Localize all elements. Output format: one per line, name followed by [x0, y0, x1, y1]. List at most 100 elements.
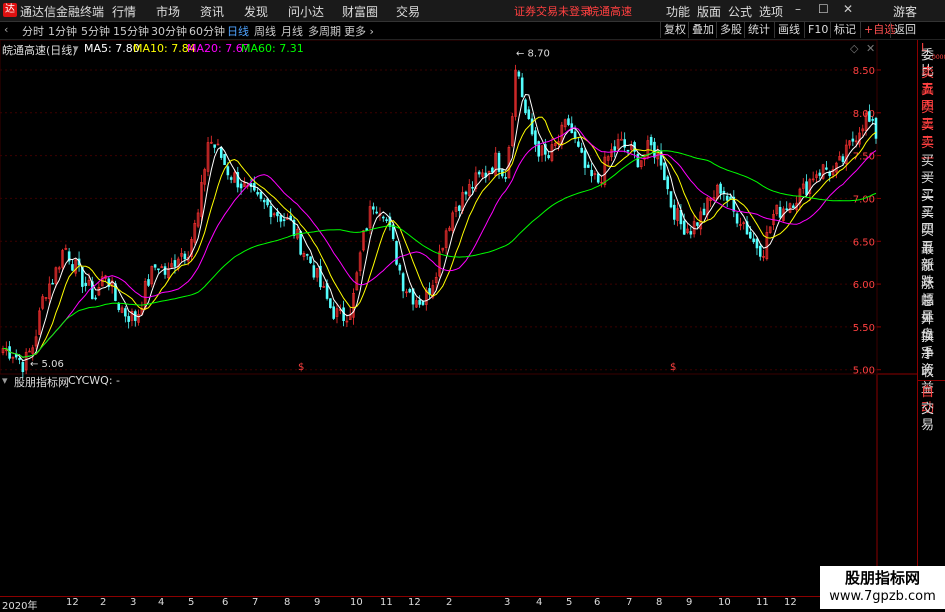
date-label: 10: [718, 597, 731, 608]
candle-body: [871, 119, 874, 121]
menu-caifuquan[interactable]: 财富圈: [342, 3, 378, 20]
date-label: 6: [594, 597, 601, 608]
candle-body: [504, 177, 507, 179]
panel-trade-label[interactable]: 交易: [921, 402, 945, 434]
candle-body: [51, 282, 54, 285]
candle-body: [587, 164, 590, 168]
date-label: 8: [656, 597, 663, 608]
price-tick-label: 6.00: [853, 280, 875, 291]
indicator-settings-icon[interactable]: ▾: [2, 374, 8, 387]
candle-body: [517, 71, 521, 77]
candle-body: [385, 219, 388, 221]
menu-zixun[interactable]: 资讯: [200, 3, 224, 20]
candle-body: [408, 288, 412, 293]
candle-body: [279, 215, 283, 222]
candle-body: [689, 231, 693, 235]
date-label: 12: [408, 597, 421, 608]
tab-15min[interactable]: 15分钟: [113, 23, 149, 39]
candle-body: [418, 299, 421, 305]
candle-body: [620, 138, 623, 141]
date-label: 9: [314, 597, 321, 608]
menu-gongneng[interactable]: 功能: [666, 3, 690, 20]
date-label: 9: [686, 597, 693, 608]
huaxian-button[interactable]: 画线: [774, 22, 803, 38]
app-logo-icon: 达: [3, 3, 17, 17]
candle-body: [577, 141, 580, 147]
menu-xuanxiang[interactable]: 选项: [759, 3, 783, 20]
date-label: 12: [784, 597, 797, 608]
ma20-line: [3, 127, 877, 358]
candle-body: [530, 118, 534, 135]
candle-body: [381, 216, 385, 219]
tab-more[interactable]: 更多 ›: [344, 23, 374, 39]
watermark-line1: 股朋指标网: [844, 569, 920, 587]
tab-30min[interactable]: 30分钟: [151, 23, 187, 39]
toolbar-collapse-icon[interactable]: ‹: [4, 23, 8, 36]
candle-body: [702, 208, 706, 216]
menu-jiaoyi[interactable]: 交易: [396, 3, 420, 20]
f10-button[interactable]: F10: [804, 22, 831, 38]
candle-body: [868, 111, 871, 122]
tab-5min[interactable]: 5分钟: [81, 23, 110, 39]
candle-body: [696, 222, 699, 226]
date-label: 11: [756, 597, 769, 608]
tab-weekly[interactable]: 周线: [254, 23, 276, 39]
candle-body: [226, 166, 230, 176]
candle-body: [755, 238, 759, 249]
tab-fenshi[interactable]: 分时: [22, 23, 44, 39]
candle-body: [682, 220, 686, 235]
login-notice[interactable]: 证券交易未登录: [514, 3, 591, 19]
kline-chart[interactable]: 8.508.007.507.006.506.005.505.00 ← 8.70←…: [0, 40, 917, 596]
tab-60min[interactable]: 60分钟: [189, 23, 225, 39]
candle-body: [309, 256, 312, 264]
candle-body: [153, 264, 157, 268]
duogu-button[interactable]: 多股: [716, 22, 745, 38]
menu-gongshi[interactable]: 公式: [728, 3, 752, 20]
date-label: 8: [284, 597, 291, 608]
tab-multi-period[interactable]: 多周期: [308, 23, 341, 39]
menu-wenxiaoda[interactable]: 问小达: [288, 3, 324, 20]
tab-monthly[interactable]: 月线: [281, 23, 303, 39]
price-tick-label: 8.50: [853, 66, 875, 77]
candle-body: [778, 206, 782, 218]
biaoji-button[interactable]: 标记: [830, 22, 859, 38]
candle-body: [663, 162, 666, 181]
candle-body: [421, 301, 425, 305]
candle-body: [752, 238, 755, 243]
menu-hangqing[interactable]: 行情: [112, 3, 136, 20]
tab-daily[interactable]: 日线: [227, 23, 249, 39]
candle-body: [520, 77, 524, 97]
watermark-line2: www.7gpzb.com: [829, 589, 936, 604]
candle-body: [375, 211, 378, 214]
candle-body: [537, 141, 540, 157]
tab-1min[interactable]: 1分钟: [48, 23, 77, 39]
tongji-button[interactable]: 统计: [744, 22, 773, 38]
candle-body: [534, 130, 537, 145]
back-button[interactable]: 返回: [890, 22, 919, 38]
diejia-button[interactable]: 叠加: [688, 22, 717, 38]
date-label: 4: [536, 597, 543, 608]
candle-body: [259, 191, 263, 199]
candle-body: [84, 282, 87, 287]
price-tick-label: 5.50: [853, 323, 875, 334]
user-label[interactable]: 游客: [893, 3, 917, 20]
candle-body: [329, 298, 332, 308]
candle-body: [841, 156, 845, 162]
indicator-label: 股朋指标网: [14, 376, 69, 389]
menu-faxian[interactable]: 发现: [244, 3, 268, 20]
candle-body: [825, 167, 828, 170]
fuquan-button[interactable]: 复权: [660, 22, 689, 38]
candle-body: [653, 141, 656, 158]
candle-body: [147, 279, 150, 286]
close-icon[interactable]: ✕: [843, 2, 853, 16]
minimize-icon[interactable]: –: [795, 2, 801, 16]
date-label: 2: [100, 597, 107, 608]
menu-shichang[interactable]: 市场: [156, 3, 180, 20]
date-label: 3: [504, 597, 511, 608]
candle-body: [157, 268, 160, 271]
menu-banmian[interactable]: 版面: [697, 3, 721, 20]
candle-body: [785, 208, 789, 211]
candle-body: [282, 219, 286, 222]
maximize-icon[interactable]: ☐: [818, 2, 829, 16]
date-label: 5: [188, 597, 195, 608]
